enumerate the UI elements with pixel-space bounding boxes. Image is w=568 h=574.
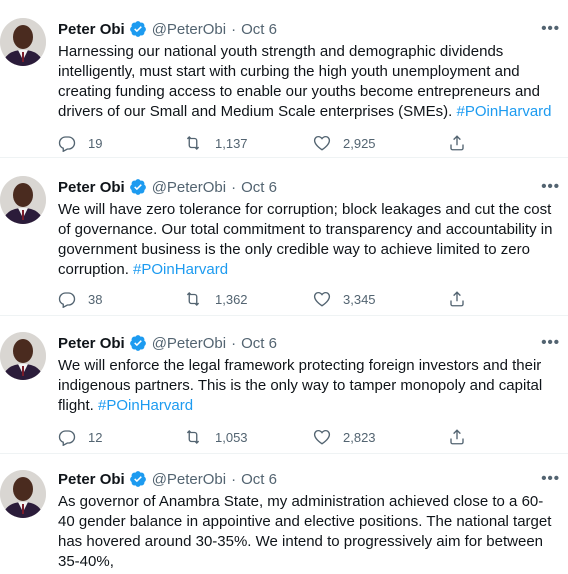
like-count: 3,345 bbox=[343, 291, 376, 307]
separator-dot: · bbox=[231, 178, 237, 196]
author-name[interactable]: Peter Obi bbox=[58, 179, 125, 196]
reply-icon bbox=[58, 134, 76, 152]
retweet-button[interactable]: 1,362 bbox=[183, 290, 313, 308]
tweet-actions: 19 1,137 2,925 bbox=[58, 134, 478, 152]
tweet-header: Peter Obi @PeterObi · Oct 6 bbox=[58, 332, 558, 354]
tweet-feed: Peter Obi @PeterObi · Oct 6 ••• Harnessi… bbox=[0, 0, 568, 574]
like-button[interactable]: 2,925 bbox=[313, 134, 448, 152]
retweet-icon bbox=[183, 428, 203, 446]
tweet-date[interactable]: Oct 6 bbox=[241, 335, 277, 352]
tweet[interactable]: Peter Obi @PeterObi · Oct 6 ••• We will … bbox=[0, 158, 568, 316]
like-button[interactable]: 3,345 bbox=[313, 290, 448, 308]
verified-badge-icon bbox=[129, 20, 147, 38]
author-name[interactable]: Peter Obi bbox=[58, 335, 125, 352]
verified-badge-icon bbox=[129, 178, 147, 196]
hashtag-link[interactable]: #POinHarvard bbox=[98, 397, 193, 414]
avatar[interactable] bbox=[0, 470, 46, 518]
reply-button[interactable]: 19 bbox=[58, 134, 183, 152]
retweet-count: 1,137 bbox=[215, 135, 248, 151]
separator-dot: · bbox=[231, 20, 237, 38]
tweet-body: As governor of Anambra State, my adminis… bbox=[58, 493, 552, 570]
author-name[interactable]: Peter Obi bbox=[58, 21, 125, 38]
verified-badge-icon bbox=[129, 470, 147, 488]
share-icon bbox=[448, 290, 466, 308]
reply-icon bbox=[58, 428, 76, 446]
tweet[interactable]: Peter Obi @PeterObi · Oct 6 ••• As gover… bbox=[0, 454, 568, 574]
tweet-header: Peter Obi @PeterObi · Oct 6 bbox=[58, 176, 558, 198]
author-name[interactable]: Peter Obi bbox=[58, 471, 125, 488]
author-handle[interactable]: @PeterObi bbox=[152, 335, 226, 352]
retweet-button[interactable]: 1,137 bbox=[183, 134, 313, 152]
reply-count: 19 bbox=[88, 135, 103, 151]
tweet-date[interactable]: Oct 6 bbox=[241, 179, 277, 196]
tweet-text: Harnessing our national youth strength a… bbox=[58, 42, 558, 122]
like-count: 2,823 bbox=[343, 429, 376, 445]
reply-button[interactable]: 38 bbox=[58, 290, 183, 308]
retweet-count: 1,053 bbox=[215, 429, 248, 445]
retweet-icon bbox=[183, 290, 203, 308]
reply-count: 12 bbox=[88, 429, 103, 445]
heart-icon bbox=[313, 290, 331, 308]
reply-icon bbox=[58, 290, 76, 308]
tweet-text: We will enforce the legal framework prot… bbox=[58, 356, 558, 416]
share-button[interactable] bbox=[448, 290, 466, 308]
reply-count: 38 bbox=[88, 291, 103, 307]
retweet-count: 1,362 bbox=[215, 291, 248, 307]
like-count: 2,925 bbox=[343, 135, 376, 151]
share-button[interactable] bbox=[448, 428, 466, 446]
author-handle[interactable]: @PeterObi bbox=[152, 471, 226, 488]
separator-dot: · bbox=[231, 470, 237, 488]
share-button[interactable] bbox=[448, 134, 466, 152]
tweet[interactable]: Peter Obi @PeterObi · Oct 6 ••• We will … bbox=[0, 316, 568, 454]
verified-badge-icon bbox=[129, 334, 147, 352]
like-button[interactable]: 2,823 bbox=[313, 428, 448, 446]
avatar[interactable] bbox=[0, 332, 46, 380]
tweet-text: As governor of Anambra State, my adminis… bbox=[58, 492, 558, 572]
author-handle[interactable]: @PeterObi bbox=[152, 179, 226, 196]
retweet-icon bbox=[183, 134, 203, 152]
tweet-header: Peter Obi @PeterObi · Oct 6 bbox=[58, 18, 558, 40]
more-options-icon[interactable]: ••• bbox=[541, 20, 560, 37]
reply-button[interactable]: 12 bbox=[58, 428, 183, 446]
heart-icon bbox=[313, 428, 331, 446]
retweet-button[interactable]: 1,053 bbox=[183, 428, 313, 446]
author-handle[interactable]: @PeterObi bbox=[152, 21, 226, 38]
tweet-actions: 38 1,362 3,345 bbox=[58, 290, 478, 308]
separator-dot: · bbox=[231, 334, 237, 352]
hashtag-link[interactable]: #POinHarvard bbox=[456, 103, 551, 120]
avatar[interactable] bbox=[0, 176, 46, 224]
more-options-icon[interactable]: ••• bbox=[541, 470, 560, 487]
tweet-header: Peter Obi @PeterObi · Oct 6 bbox=[58, 468, 558, 490]
tweet-date[interactable]: Oct 6 bbox=[241, 21, 277, 38]
hashtag-link[interactable]: #POinHarvard bbox=[133, 261, 228, 278]
tweet-actions: 12 1,053 2,823 bbox=[58, 428, 478, 446]
share-icon bbox=[448, 134, 466, 152]
tweet-text: We will have zero tolerance for corrupti… bbox=[58, 200, 558, 280]
avatar[interactable] bbox=[0, 18, 46, 66]
share-icon bbox=[448, 428, 466, 446]
heart-icon bbox=[313, 134, 331, 152]
more-options-icon[interactable]: ••• bbox=[541, 334, 560, 351]
tweet[interactable]: Peter Obi @PeterObi · Oct 6 ••• Harnessi… bbox=[0, 0, 568, 158]
more-options-icon[interactable]: ••• bbox=[541, 178, 560, 195]
tweet-date[interactable]: Oct 6 bbox=[241, 471, 277, 488]
